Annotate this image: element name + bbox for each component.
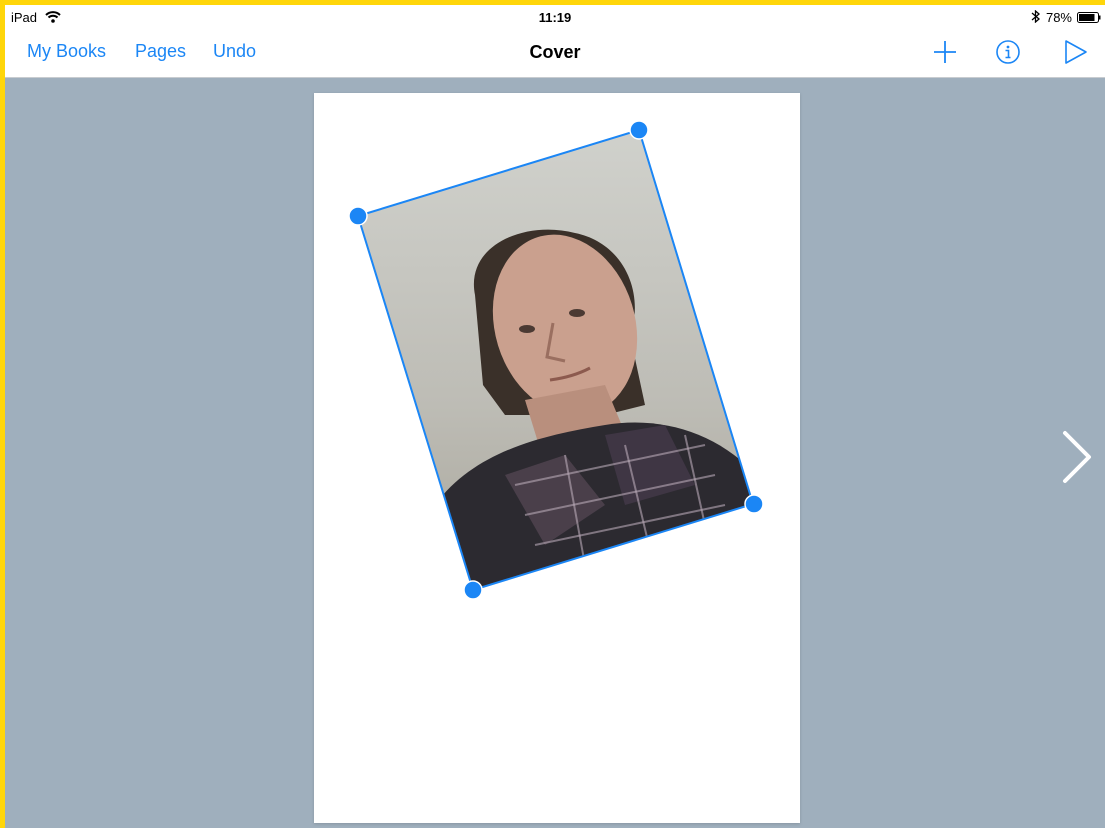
resize-handle[interactable] <box>744 494 764 514</box>
photo[interactable] <box>348 120 785 625</box>
photo-canvas <box>348 120 785 625</box>
chevron-right-icon[interactable] <box>1057 427 1097 487</box>
resize-handle[interactable] <box>629 120 649 140</box>
resize-handle[interactable] <box>348 206 368 226</box>
screen: iPad 11:19 78% My Books Pages Undo Cover <box>5 5 1105 828</box>
resize-handle[interactable] <box>463 580 483 600</box>
